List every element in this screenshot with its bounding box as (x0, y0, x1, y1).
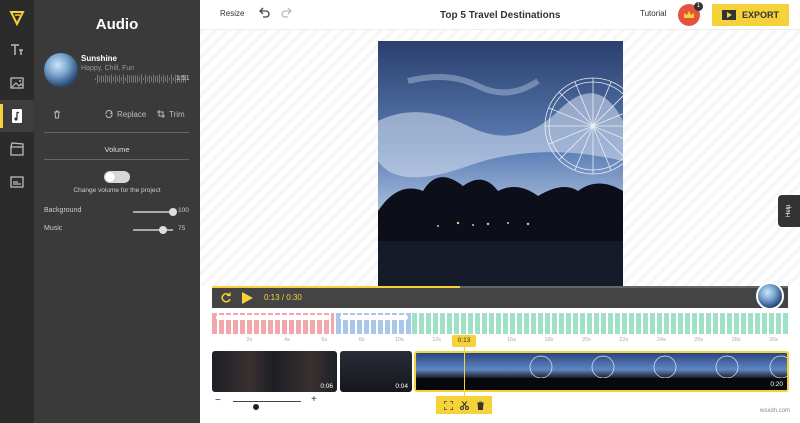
ruler-tick-label: 20s (581, 337, 591, 343)
avatar[interactable] (756, 282, 784, 310)
ruler-tick-label: 2s (246, 337, 253, 343)
top-bar: Resize Top 5 Travel Destinations Tutoria… (200, 0, 800, 30)
divider (44, 132, 189, 133)
audio-segment-1[interactable] (212, 313, 334, 334)
audio-icon[interactable] (0, 100, 34, 132)
slider-value: 75 (178, 225, 186, 232)
audio-segment-2[interactable] (336, 313, 412, 334)
ruler-tick-label: 30s (769, 337, 779, 343)
toggle-label: Change volume for the project (73, 187, 161, 194)
time-display: 0:13 / 0:30 (264, 293, 302, 302)
zoom-out-button[interactable]: − (215, 395, 221, 406)
clip-duration: 0:20 (770, 381, 783, 388)
premium-button[interactable]: 1 (678, 2, 703, 26)
trim-button[interactable]: Trim (156, 109, 185, 119)
tutorial-link[interactable]: Tutorial (640, 9, 666, 18)
current-time: 0:13 (264, 293, 280, 302)
help-tab[interactable]: Help (778, 195, 800, 227)
left-rail (0, 0, 34, 423)
trim-label: Trim (169, 109, 185, 119)
fullscreen-icon[interactable] (443, 400, 453, 410)
replace-button[interactable]: Replace (104, 109, 146, 119)
audio-panel: Audio Sunshine Happy, Chill, Fun 1:51 Re… (34, 0, 200, 423)
track-thumbnail[interactable] (44, 53, 78, 87)
project-title[interactable]: Top 5 Travel Destinations (440, 10, 560, 21)
panel-title: Audio (95, 16, 139, 33)
ruler-tick-label: 24s (656, 337, 666, 343)
clip-toolbar (436, 396, 492, 414)
ruler-tick-label: 22s (619, 337, 629, 343)
clapboard-icon[interactable] (0, 133, 34, 165)
video-preview[interactable] (378, 41, 623, 286)
subtitle-icon[interactable] (0, 166, 34, 198)
clip-2[interactable]: 0:04 (340, 351, 412, 392)
slider-label: Music (44, 225, 63, 232)
ruler-tick-label: 12s (432, 337, 442, 343)
split-icon[interactable] (459, 400, 469, 410)
music-volume-slider[interactable] (133, 226, 173, 234)
clip-1[interactable]: 0:06 (212, 351, 337, 392)
slider-knob[interactable] (169, 208, 177, 216)
time-separator: / (281, 293, 285, 302)
clip-duration: 0:06 (320, 383, 333, 390)
audio-segment-handle[interactable] (216, 315, 330, 320)
track-tags: Happy, Chill, Fun (81, 65, 135, 72)
crop-icon (157, 110, 165, 118)
ruler-tick-label: 4s (283, 337, 290, 343)
delete-button[interactable] (52, 109, 62, 119)
track-duration: 1:51 (176, 75, 190, 82)
volume-title: Volume (104, 145, 130, 154)
ruler-tick-label: 28s (731, 337, 741, 343)
preview-canvas (200, 30, 800, 286)
image-icon[interactable] (0, 67, 34, 99)
ruler-tick-label: 18s (544, 337, 554, 343)
timeline-ruler[interactable]: 2s 4s 6s 8s 10s 12s 16s 18s 20s 22s 24s 26s 28s 30s (212, 337, 788, 349)
ruler-tick-label: 16s (507, 337, 516, 343)
export-button[interactable]: EXPORT (712, 4, 789, 26)
background-volume-slider[interactable] (133, 208, 177, 216)
trash-icon (54, 110, 60, 119)
video-icon (721, 10, 736, 20)
background-volume-row: Background 100 (44, 207, 194, 217)
track-name: Sunshine (81, 54, 118, 63)
notification-badge: 1 (694, 2, 703, 11)
replay-icon[interactable] (220, 292, 232, 304)
clip-duration: 0:04 (395, 383, 408, 390)
redo-icon[interactable] (280, 6, 294, 20)
ruler-tick-label: 26s (694, 337, 704, 343)
trash-icon[interactable] (476, 401, 485, 410)
zoom-knob[interactable] (253, 404, 259, 410)
watermark: wsxdn.com (760, 408, 791, 414)
ruler-tick-label: 8s (358, 337, 365, 343)
resize-button[interactable]: Resize (220, 9, 244, 18)
divider (44, 159, 189, 160)
slider-label: Background (44, 207, 82, 214)
export-label: EXPORT (741, 10, 779, 20)
zoom-slider[interactable] (233, 401, 301, 410)
ruler-tick-label: 6s (321, 337, 328, 343)
slider-knob[interactable] (159, 226, 167, 234)
zoom-in-button[interactable]: + (311, 394, 317, 405)
crown-icon (684, 11, 694, 18)
ruler-tick-label: 10s (394, 337, 404, 343)
audio-segment-3[interactable] (412, 313, 788, 334)
replace-icon (105, 109, 113, 119)
project-volume-toggle[interactable] (104, 171, 130, 183)
playhead-line[interactable] (464, 347, 465, 400)
undo-icon[interactable] (257, 6, 271, 20)
clip-3-selected[interactable]: 0:20 (414, 351, 789, 392)
text-icon[interactable] (0, 34, 34, 66)
zoom-control: − + (213, 394, 323, 410)
playhead-time[interactable]: 0:13 (452, 335, 476, 347)
music-volume-row: Music 75 (44, 225, 194, 235)
playback-bar: 0:13 / 0:30 (212, 288, 788, 308)
replace-label: Replace (117, 109, 147, 119)
slider-value: 100 (178, 207, 189, 214)
logo-icon[interactable] (0, 2, 34, 34)
total-time: 0:30 (286, 293, 302, 302)
audio-segment-handle[interactable] (340, 315, 408, 320)
play-icon[interactable] (241, 292, 253, 304)
